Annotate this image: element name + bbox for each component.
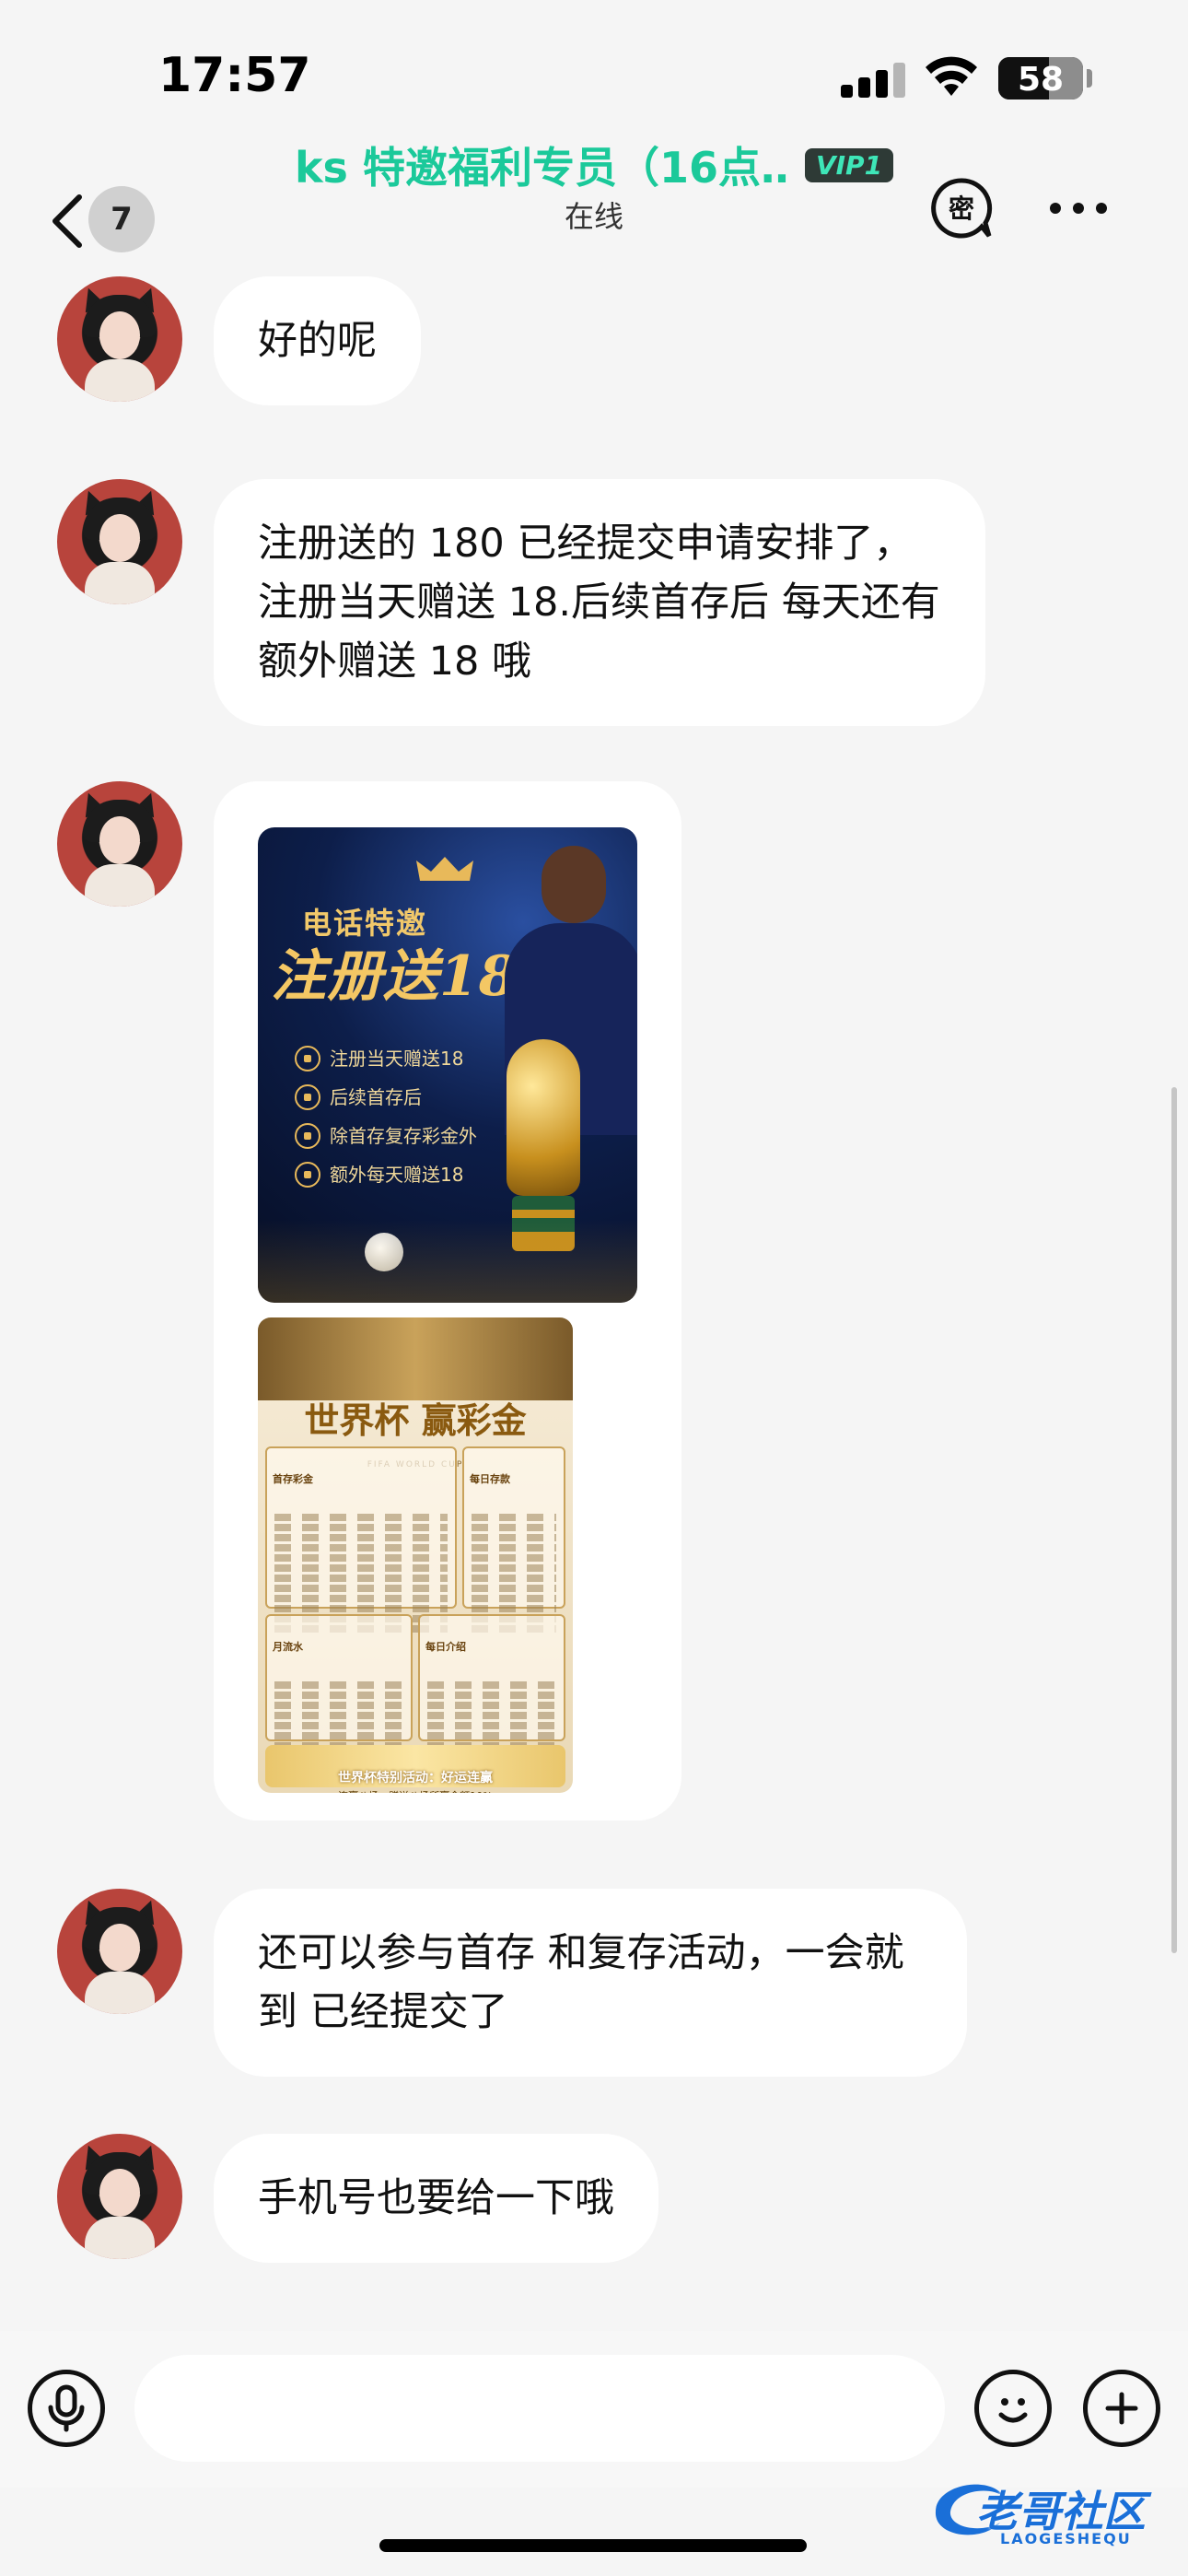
poster-benefit-list: 注册当天赠送18 后续首存后 除首存复存彩金外 额外每天赠送18 bbox=[295, 1039, 477, 1194]
secret-label: 密 bbox=[949, 193, 974, 224]
calendar-icon bbox=[295, 1162, 320, 1188]
watermark-subtext: LAOGESHEQU bbox=[1000, 2530, 1132, 2547]
home-indicator[interactable] bbox=[379, 2539, 807, 2552]
wallet-icon bbox=[295, 1084, 320, 1110]
avatar[interactable] bbox=[57, 1889, 182, 2014]
status-bar: 17:57 58 bbox=[0, 0, 1188, 147]
image-message-bubble: 电话特邀 注册送180 注册当天赠送18 后续首存后 除首存复存彩金外 额外每天… bbox=[214, 781, 681, 1821]
vip-badge: VIP1 bbox=[804, 147, 894, 182]
poster-image-1[interactable]: 电话特邀 注册送180 注册当天赠送18 后续首存后 除首存复存彩金外 额外每天… bbox=[258, 827, 637, 1303]
message-bubble[interactable]: 好的呢 bbox=[214, 276, 421, 405]
voice-input-button[interactable] bbox=[28, 2370, 105, 2447]
coins-icon bbox=[295, 1123, 320, 1149]
input-bar bbox=[0, 2331, 1188, 2488]
smiley-icon bbox=[998, 2398, 1028, 2423]
microphone-icon bbox=[48, 2384, 85, 2432]
chat-header: 7 ks 特邀福利专员（16点… VIP1 在线 密 bbox=[0, 129, 1188, 267]
poster2-table: 每日介绍 bbox=[418, 1614, 565, 1770]
avatar[interactable] bbox=[57, 781, 182, 907]
scrollbar[interactable] bbox=[1171, 1087, 1177, 1953]
message-list[interactable]: 好的呢 注册送的 180 已经提交申请安排了，注册当天赠送 18.后续首存后 每… bbox=[0, 258, 1188, 2331]
crown-icon bbox=[416, 857, 473, 881]
poster2-banner-subtext: 连赢八场，赠送八场所赢金额10% bbox=[265, 1767, 565, 1793]
status-time: 17:57 bbox=[158, 48, 311, 103]
poster2-table: 首存彩金 bbox=[265, 1446, 457, 1633]
avatar[interactable] bbox=[57, 276, 182, 402]
poster2-banner: 世界杯特别活动：好运连赢 连赢八场，赠送八场所赢金额10% bbox=[265, 1745, 565, 1793]
avatar[interactable] bbox=[57, 2134, 182, 2259]
avatar[interactable] bbox=[57, 479, 182, 604]
poster-image-2[interactable]: 世界杯 赢彩金 FIFA WORLD CUP 首存彩金 每日存款 月流水 每日介… bbox=[258, 1317, 573, 1793]
gift-icon bbox=[295, 1046, 320, 1071]
online-status: 在线 bbox=[564, 199, 623, 234]
message-input[interactable] bbox=[134, 2355, 945, 2462]
emoji-button[interactable] bbox=[974, 2370, 1052, 2447]
table-title: 月流水 bbox=[273, 1641, 303, 1653]
watermark-logo: 老哥社区 LAOGESHEQU bbox=[921, 2469, 1188, 2561]
battery-icon: 58 bbox=[998, 57, 1083, 100]
chat-title[interactable]: ks 特邀福利专员（16点… bbox=[295, 135, 792, 195]
poster2-table: 每日存款 bbox=[462, 1446, 565, 1633]
table-title: 每日介绍 bbox=[425, 1641, 466, 1653]
poster-benefit-item: 额外每天赠送18 bbox=[295, 1155, 477, 1194]
message-bubble[interactable]: 还可以参与首存 和复存活动，一会就到 已经提交了 bbox=[214, 1889, 967, 2077]
chat-title-row[interactable]: ks 特邀福利专员（16点… VIP1 bbox=[0, 135, 1188, 195]
more-actions-button[interactable] bbox=[1083, 2370, 1160, 2447]
table-title: 每日存款 bbox=[470, 1473, 510, 1485]
battery-cap bbox=[1087, 69, 1092, 88]
field-glow bbox=[258, 1220, 637, 1303]
players-banner bbox=[258, 1317, 573, 1400]
wifi-icon bbox=[926, 56, 977, 96]
more-options-icon[interactable] bbox=[1050, 199, 1107, 217]
message-bubble[interactable]: 注册送的 180 已经提交申请安排了，注册当天赠送 18.后续首存后 每天还有额… bbox=[214, 479, 985, 726]
cellular-signal-icon bbox=[841, 61, 905, 98]
poster2-table: 月流水 bbox=[265, 1614, 413, 1770]
plus-icon bbox=[1105, 2392, 1138, 2425]
table-title: 首存彩金 bbox=[273, 1473, 313, 1485]
secret-chat-icon[interactable]: 密 bbox=[930, 177, 993, 240]
message-bubble[interactable]: 手机号也要给一下哦 bbox=[214, 2134, 658, 2263]
battery-level: 58 bbox=[1017, 61, 1065, 99]
